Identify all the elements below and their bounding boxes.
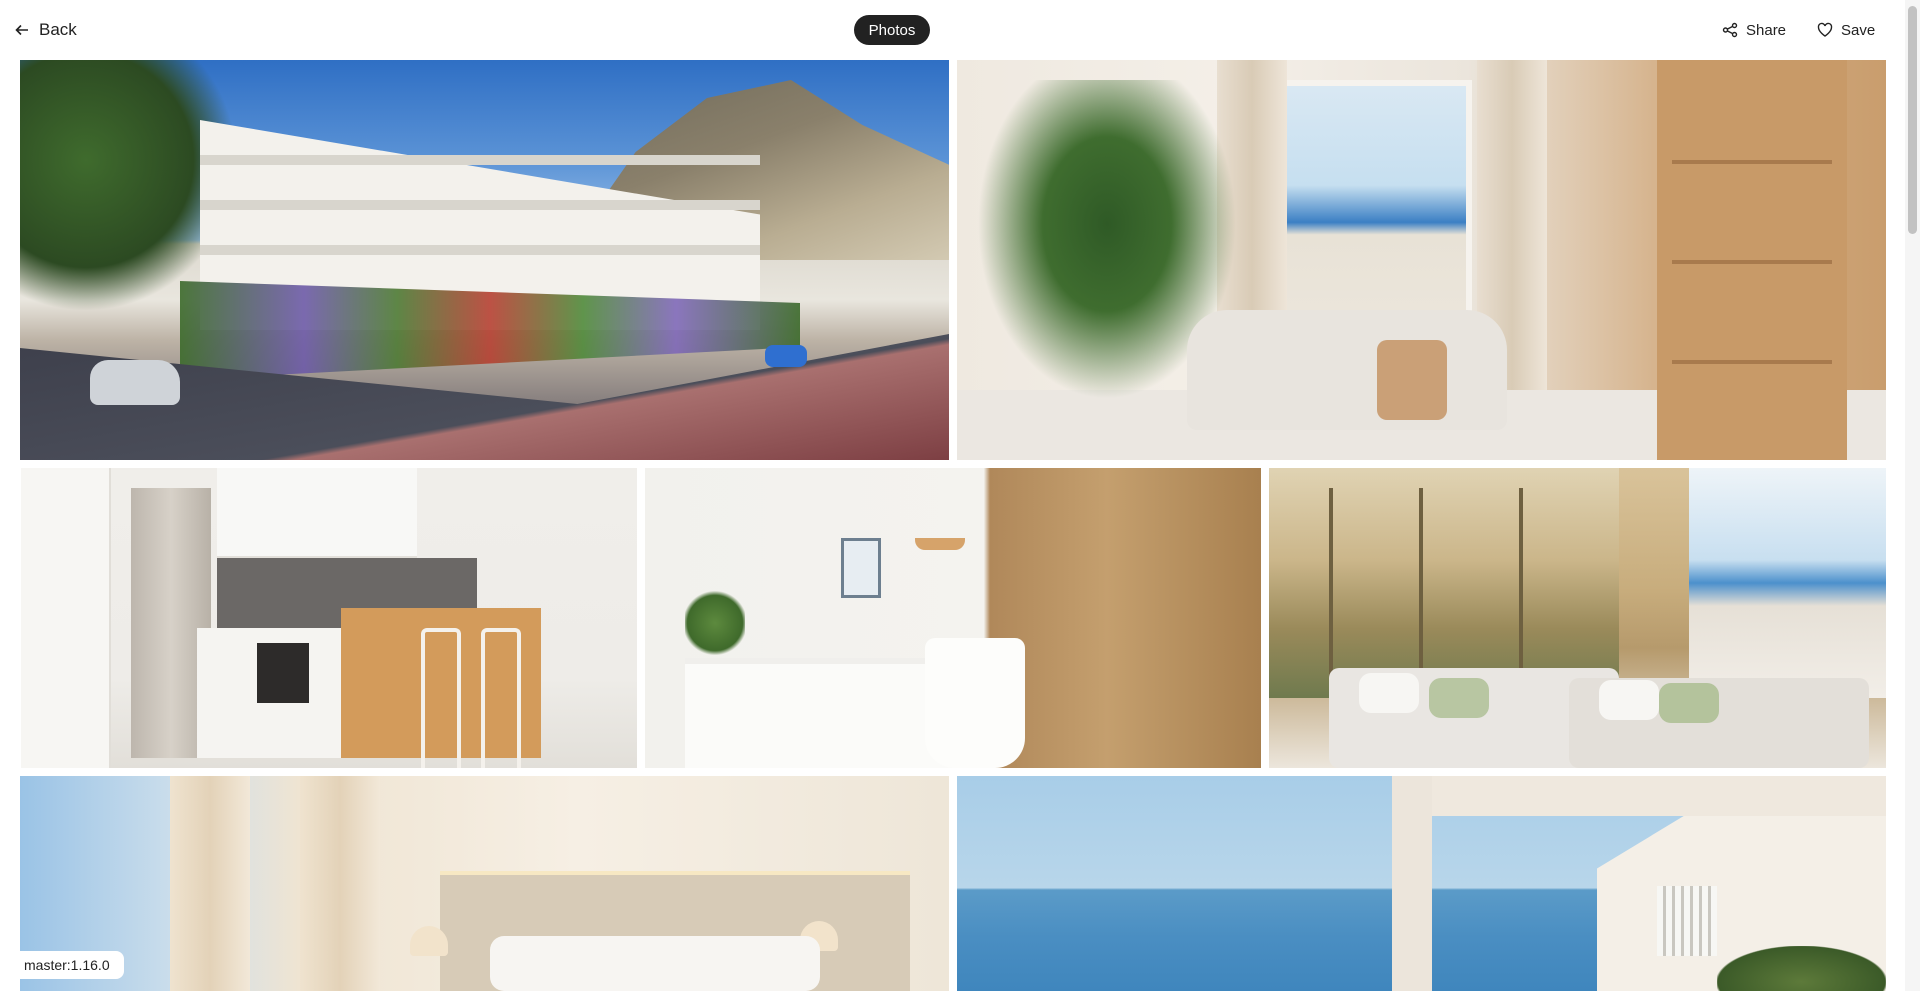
photo-bedroom[interactable] <box>20 776 949 991</box>
gallery-header: Back Photos Share Save <box>0 0 1920 60</box>
shelf-board <box>1672 160 1832 164</box>
building-terrace-line <box>200 155 760 165</box>
shelf-board <box>1672 360 1832 364</box>
pillow <box>1429 678 1489 718</box>
photos-tab[interactable]: Photos <box>854 15 930 45</box>
arrow-left-icon <box>15 24 28 36</box>
window-sea-view <box>1262 80 1472 340</box>
palm-trunk <box>1519 488 1523 688</box>
palm-trunk <box>1329 488 1333 688</box>
palm-mural <box>1269 468 1619 698</box>
pillow <box>1599 680 1659 720</box>
scrollbar-thumb[interactable] <box>1908 6 1917 234</box>
door <box>21 468 111 768</box>
pillow <box>1359 673 1419 713</box>
window-sea-view <box>1689 468 1886 698</box>
curtain <box>300 776 380 991</box>
share-icon <box>1722 22 1738 38</box>
photo-terrace-sea-view[interactable] <box>957 776 1886 991</box>
palm-trunk <box>1419 488 1423 688</box>
shelf-board <box>1672 260 1832 264</box>
share-button[interactable]: Share <box>1722 18 1786 42</box>
white-car <box>90 360 180 405</box>
version-label: master:1.16.0 <box>24 957 110 973</box>
column <box>1392 776 1432 991</box>
photo-bathroom[interactable] <box>645 468 1261 768</box>
plants <box>1717 946 1886 991</box>
photos-label: Photos <box>868 21 916 39</box>
terrace-roof <box>1432 776 1886 816</box>
version-badge: master:1.16.0 <box>20 951 124 979</box>
back-label: Back <box>39 20 77 39</box>
bar-stool <box>481 628 521 768</box>
save-label: Save <box>1841 21 1876 39</box>
share-label: Share <box>1746 21 1787 39</box>
photo-exterior-building[interactable] <box>20 60 949 460</box>
heart-icon <box>1817 22 1833 37</box>
toilet <box>925 638 1025 768</box>
coffee-table <box>1377 340 1447 420</box>
pillow <box>1659 683 1719 723</box>
photo-living-room[interactable] <box>957 60 1886 460</box>
back-button[interactable]: Back <box>14 18 77 42</box>
blue-car <box>765 345 807 367</box>
bar-stool <box>421 628 461 768</box>
building-terrace-line <box>200 245 760 255</box>
photo-bedroom-mural[interactable] <box>1269 468 1886 768</box>
sofa <box>1187 310 1507 430</box>
potted-plant <box>685 588 745 658</box>
table-lamp <box>410 926 448 956</box>
oven <box>257 643 309 703</box>
railing <box>1657 886 1717 956</box>
building-terrace-line <box>200 200 760 210</box>
photo-kitchen[interactable] <box>21 468 637 768</box>
page-scrollbar[interactable] <box>1905 0 1920 991</box>
vanity-cabinet <box>685 658 965 768</box>
pillows <box>490 936 820 991</box>
save-button[interactable]: Save <box>1817 18 1875 42</box>
upper-cabinets <box>217 468 417 558</box>
wall-shelf <box>915 538 965 550</box>
curtain <box>170 776 250 991</box>
wall-picture <box>841 538 881 598</box>
